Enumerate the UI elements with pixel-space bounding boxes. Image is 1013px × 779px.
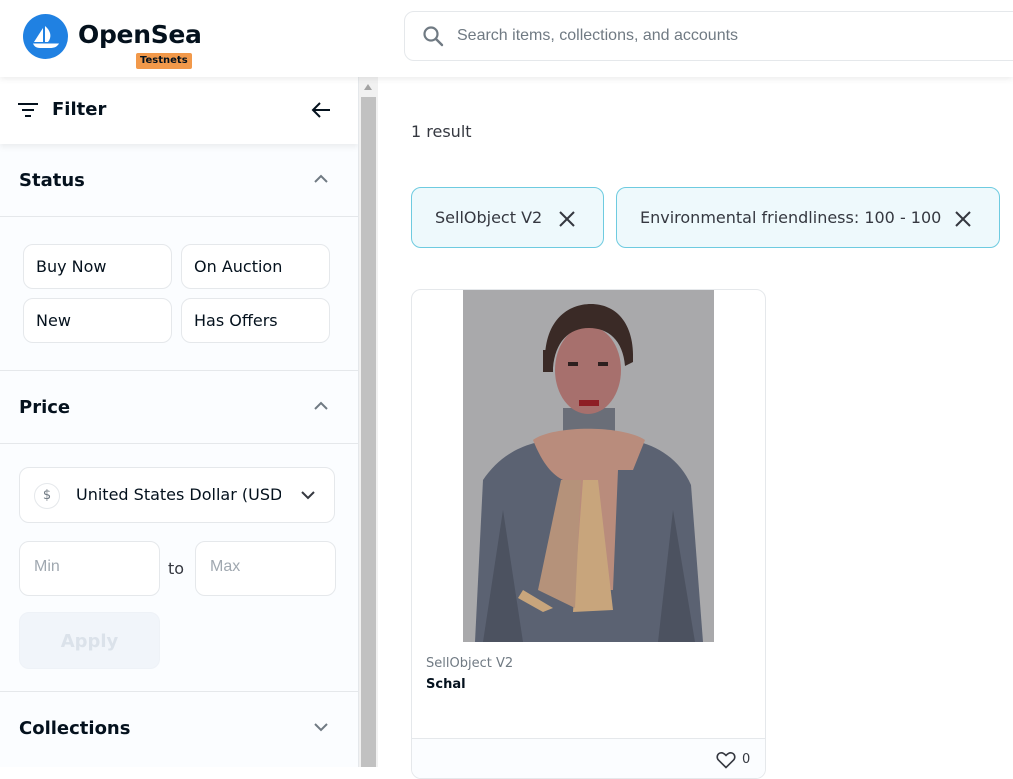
search-input[interactable] [457, 22, 1013, 50]
max-price-input[interactable] [210, 558, 320, 576]
price-title: Price [19, 397, 71, 418]
filter-title: Filter [52, 99, 107, 120]
chevron-down-icon[interactable] [312, 721, 330, 733]
currency-label: United States Dollar (USD) [76, 485, 281, 504]
like-count: 0 [742, 752, 751, 767]
heart-icon[interactable] [716, 751, 736, 769]
chevron-up-icon[interactable] [312, 173, 330, 185]
filter-chip-label: Environmental friendliness: 100 - 100 [640, 208, 942, 227]
scroll-up-arrow-icon[interactable] [363, 83, 373, 91]
to-label: to [168, 559, 185, 578]
price-filter: $ United States Dollar (USD) to Apply [0, 444, 358, 692]
scrollbar-thumb[interactable] [361, 97, 376, 767]
collections-section-header[interactable]: Collections [0, 692, 358, 765]
apply-button[interactable]: Apply [19, 612, 160, 669]
chevron-up-icon[interactable] [312, 400, 330, 412]
status-options: Buy Now On Auction New Has Offers [0, 217, 358, 371]
price-section-header[interactable]: Price [0, 371, 358, 444]
active-filter-chip[interactable]: Environmental friendliness: 100 - 100 [616, 187, 1000, 248]
max-price-field[interactable] [195, 541, 336, 596]
filter-chip-label: SellObject V2 [435, 208, 543, 227]
opensea-logo-icon[interactable] [23, 14, 68, 59]
filter-lines-icon [18, 103, 38, 117]
asset-collection-name[interactable]: SellObject V2 [426, 656, 513, 671]
result-count: 1 result [411, 122, 472, 141]
active-filter-chip[interactable]: SellObject V2 [411, 187, 604, 248]
status-title: Status [19, 170, 85, 191]
main-content: 1 result SellObject V2 Environmental fri… [380, 77, 1013, 779]
asset-card[interactable]: SellObject V2 Schal 0 [411, 289, 766, 779]
brand-name[interactable]: OpenSea [78, 20, 202, 49]
collections-title: Collections [19, 718, 131, 739]
filter-header: Filter [0, 77, 358, 144]
status-section-header[interactable]: Status [0, 144, 358, 217]
close-icon[interactable] [557, 209, 577, 229]
status-new-button[interactable]: New [23, 298, 172, 343]
status-on-auction-button[interactable]: On Auction [181, 244, 330, 289]
dollar-icon: $ [34, 483, 60, 509]
status-has-offers-button[interactable]: Has Offers [181, 298, 330, 343]
currency-select[interactable]: $ United States Dollar (USD) [19, 467, 335, 523]
filter-sidebar: Filter Status Buy Now On Auction New Has… [0, 77, 359, 767]
asset-image[interactable] [463, 290, 714, 642]
chevron-down-icon [301, 491, 315, 500]
testnets-badge: Testnets [136, 53, 192, 69]
status-buy-now-button[interactable]: Buy Now [23, 244, 172, 289]
search-icon [423, 26, 444, 47]
sidebar-scrollbar[interactable] [359, 77, 378, 767]
search-bar[interactable] [404, 11, 1013, 61]
min-price-input[interactable] [34, 558, 144, 576]
asset-name[interactable]: Schal [426, 677, 466, 692]
min-price-field[interactable] [19, 541, 160, 596]
close-icon[interactable] [953, 209, 973, 229]
top-nav: OpenSea Testnets [0, 0, 1013, 77]
asset-card-footer: 0 [412, 738, 765, 778]
arrow-left-icon[interactable] [309, 98, 333, 122]
